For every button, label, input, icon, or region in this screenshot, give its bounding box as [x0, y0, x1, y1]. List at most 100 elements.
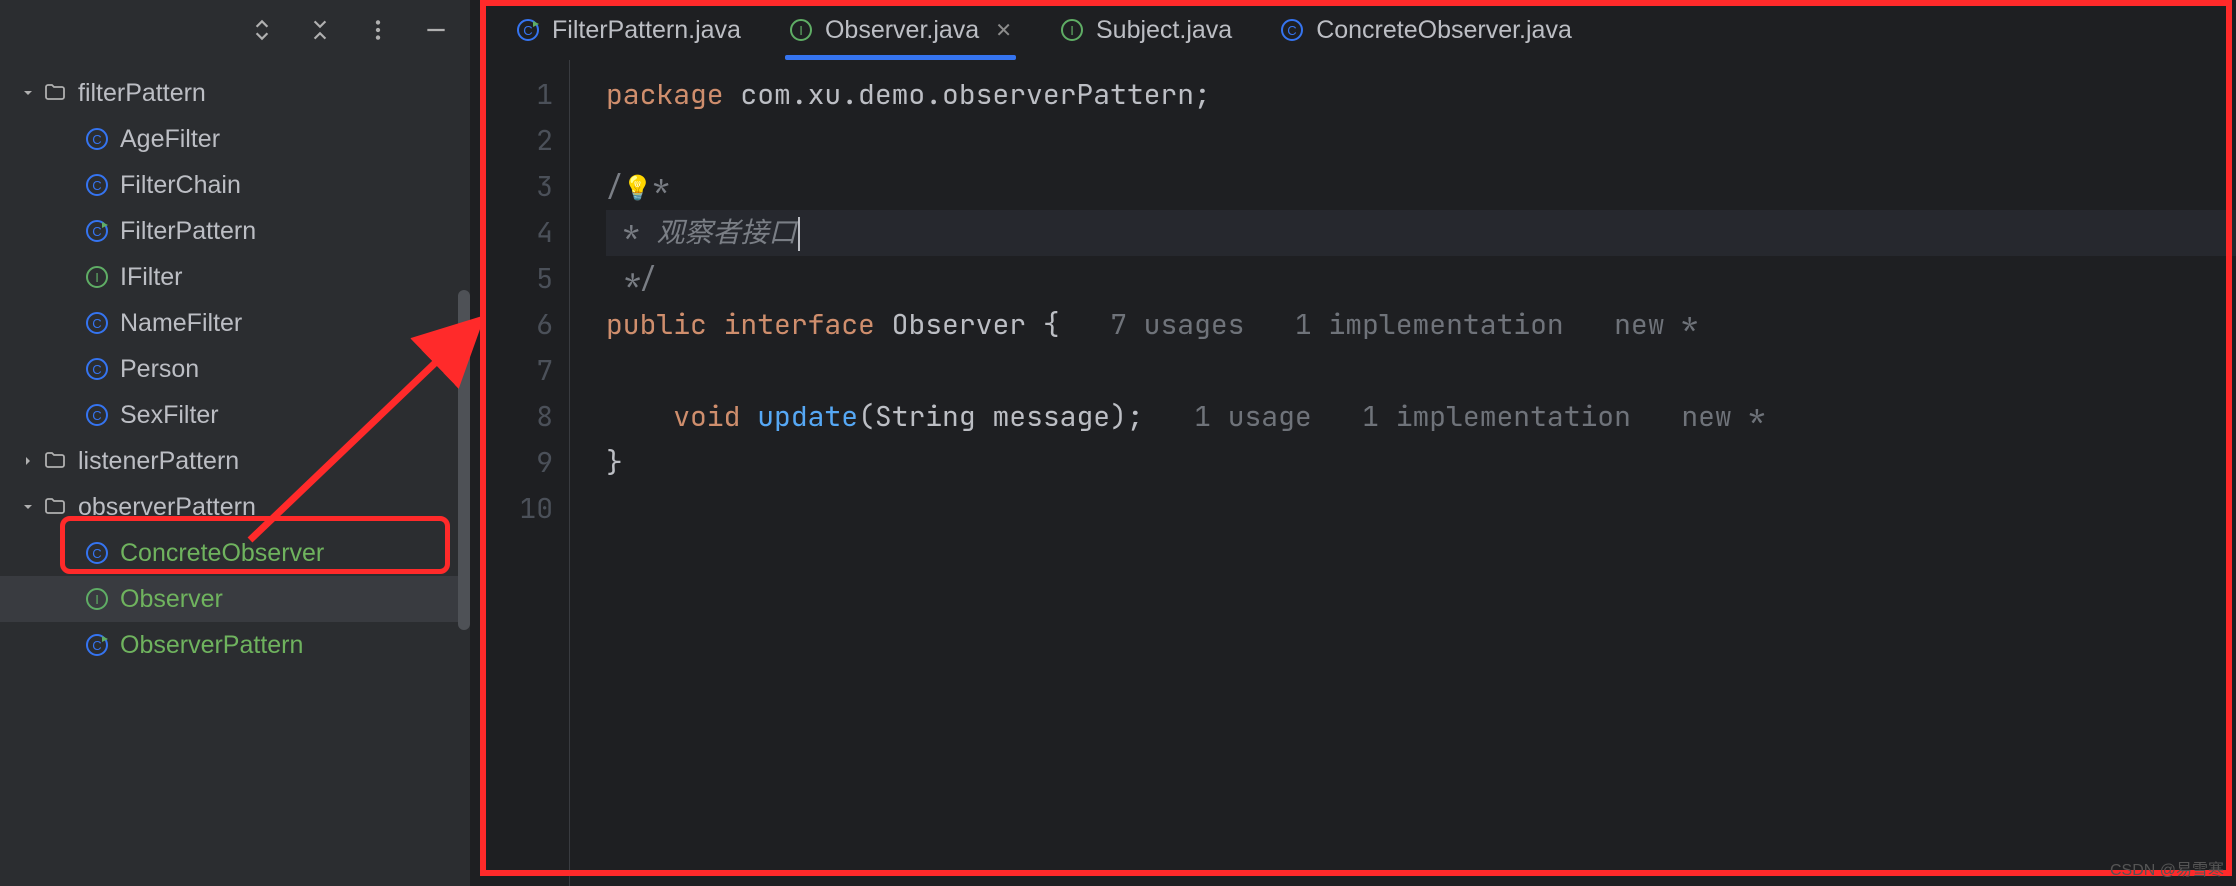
tree-item-filterpattern[interactable]: filterPattern [0, 70, 470, 116]
tree-item-label: Observer [120, 585, 223, 614]
tree-item-namefilter[interactable]: C NameFilter [0, 300, 470, 346]
line-number: 3 [470, 164, 565, 210]
svg-text:C: C [92, 316, 101, 331]
code-line [606, 348, 2236, 394]
tab-observer[interactable]: I Observer.java ✕ [765, 0, 1036, 60]
tab-label: FilterPattern.java [552, 16, 741, 45]
tree-item-label: IFilter [120, 263, 183, 292]
svg-text:I: I [799, 23, 803, 38]
folder-icon [40, 449, 70, 473]
line-number: 4 [470, 210, 565, 256]
tree-item-filterpattern[interactable]: C FilterPattern [0, 208, 470, 254]
code-line: /💡* [606, 164, 2236, 210]
expand-collapse-icon[interactable] [248, 16, 276, 44]
svg-text:C: C [92, 132, 101, 147]
tab-subject[interactable]: ISubject.java [1036, 0, 1256, 60]
line-number: 1 [470, 72, 565, 118]
sidebar-toolbar [0, 0, 470, 60]
class-run-icon: C [82, 633, 112, 657]
tree-item-agefilter[interactable]: CAgeFilter [0, 116, 470, 162]
tab-label: Observer.java [825, 16, 979, 45]
tree-item-listenerpattern[interactable]: listenerPattern [0, 438, 470, 484]
code-line: void update(String message); 1 usage 1 i… [606, 394, 2236, 440]
svg-text:C: C [1287, 23, 1296, 38]
minimize-icon[interactable] [422, 16, 450, 44]
svg-text:C: C [523, 23, 532, 38]
svg-text:I: I [95, 592, 99, 607]
svg-text:C: C [92, 362, 101, 377]
interface-icon: I [82, 587, 112, 611]
code-line [606, 486, 2236, 532]
svg-text:C: C [92, 546, 101, 561]
text-cursor [798, 217, 800, 251]
tree-item-label: NameFilter [120, 309, 242, 338]
tree-item-ifilter[interactable]: I IFilter [0, 254, 470, 300]
interface-icon: I [1060, 18, 1084, 42]
tree-item-label: ObserverPattern [120, 631, 303, 660]
code-editor[interactable]: 12345678910 package com.xu.demo.observer… [470, 60, 2236, 886]
interface-icon: I [82, 265, 112, 289]
tree-item-label: SexFilter [120, 401, 219, 430]
line-number: 10 [470, 486, 565, 532]
svg-text:C: C [92, 178, 101, 193]
tree-item-person[interactable]: C Person [0, 346, 470, 392]
class-icon: C [1280, 18, 1304, 42]
class-icon: C [82, 173, 112, 197]
line-number: 5 [470, 256, 565, 302]
line-number: 6 [470, 302, 565, 348]
svg-text:C: C [92, 224, 101, 239]
tree-item-observer[interactable]: I Observer [0, 576, 470, 622]
tree-item-label: ConcreteObserver [120, 539, 324, 568]
project-sidebar: filterPatternCAgeFilterCFilterChainCFilt… [0, 0, 470, 886]
tree-item-filterchain[interactable]: C FilterChain [0, 162, 470, 208]
svg-text:I: I [95, 270, 99, 285]
editor-tabs: C FilterPattern.java I Observer.java ✕ ISubje… [470, 0, 2236, 60]
svg-text:C: C [92, 638, 101, 653]
line-number: 7 [470, 348, 565, 394]
tree-arrow-icon[interactable] [16, 85, 40, 101]
code-line: package com.xu.demo.observerPattern; [606, 72, 2236, 118]
tree-item-label: FilterPattern [120, 217, 256, 246]
svg-text:I: I [1070, 23, 1074, 38]
tree-item-label: FilterChain [120, 171, 241, 200]
tree-arrow-icon[interactable] [16, 453, 40, 469]
tree-item-sexfilter[interactable]: C SexFilter [0, 392, 470, 438]
more-options-icon[interactable] [364, 16, 392, 44]
class-icon: C [82, 311, 112, 335]
tree-item-concreteobserver[interactable]: C ConcreteObserver [0, 530, 470, 576]
collapse-all-icon[interactable] [306, 16, 334, 44]
line-gutter: 12345678910 [470, 60, 565, 886]
interface-icon: I [789, 18, 813, 42]
tab-filterpattern[interactable]: C FilterPattern.java [492, 0, 765, 60]
close-icon[interactable]: ✕ [995, 18, 1012, 43]
tree-item-observerpattern[interactable]: C ObserverPattern [0, 622, 470, 668]
code-line [606, 118, 2236, 164]
svg-text:C: C [92, 408, 101, 423]
line-number: 2 [470, 118, 565, 164]
tree-arrow-icon[interactable] [16, 499, 40, 515]
class-icon: C [82, 403, 112, 427]
tab-concreteobserver[interactable]: C ConcreteObserver.java [1256, 0, 1596, 60]
class-run-icon: C [516, 18, 540, 42]
folder-icon [40, 495, 70, 519]
tree-item-label: filterPattern [78, 79, 206, 108]
sidebar-scrollbar[interactable] [458, 290, 470, 630]
project-tree[interactable]: filterPatternCAgeFilterCFilterChainCFilt… [0, 60, 470, 886]
code-line: */ [606, 256, 2236, 302]
editor-area: C FilterPattern.java I Observer.java ✕ ISubje… [470, 0, 2236, 886]
lightbulb-icon[interactable]: 💡 [623, 173, 653, 204]
class-run-icon: C [82, 219, 112, 243]
line-number: 8 [470, 394, 565, 440]
tab-label: ConcreteObserver.java [1316, 16, 1572, 45]
tree-item-label: Person [120, 355, 199, 384]
code-line: * 观察者接口 [606, 210, 2236, 256]
class-icon: C [82, 541, 112, 565]
tree-item-label: observerPattern [78, 493, 256, 522]
code-line: } [606, 440, 2236, 486]
code-line: public interface Observer { 7 usages 1 i… [606, 302, 2236, 348]
folder-icon [40, 81, 70, 105]
line-number: 9 [470, 440, 565, 486]
code-content[interactable]: package com.xu.demo.observerPattern; /💡*… [570, 60, 2236, 886]
tree-item-observerpattern[interactable]: observerPattern [0, 484, 470, 530]
class-icon: C [82, 357, 112, 381]
